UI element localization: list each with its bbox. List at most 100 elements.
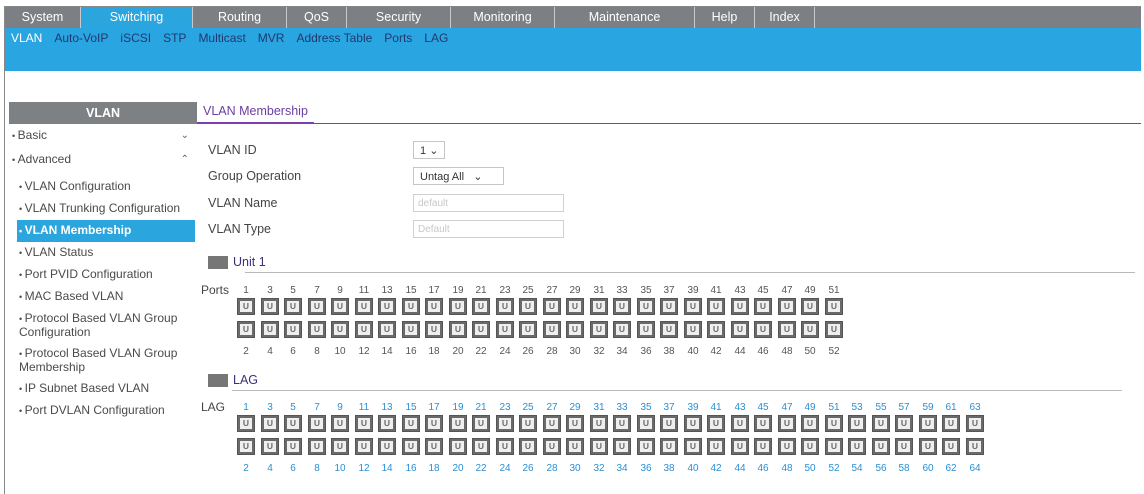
lag-47-toggle[interactable]: U [778,415,796,432]
lag-51-toggle[interactable]: U [825,415,843,432]
sidebar-item-vlan-membership[interactable]: • VLAN Membership [17,220,195,242]
nav-routing[interactable]: Routing [193,7,287,28]
subnav-stp[interactable]: STP [157,31,192,45]
lag-58-toggle[interactable]: U [895,438,913,455]
port-39-toggle[interactable]: U [684,298,702,315]
lag-10-toggle[interactable]: U [331,438,349,455]
lag-8-toggle[interactable]: U [308,438,326,455]
lag-33-toggle[interactable]: U [613,415,631,432]
port-3-toggle[interactable]: U [261,298,279,315]
port-37-toggle[interactable]: U [660,298,678,315]
lag-53-toggle[interactable]: U [848,415,866,432]
port-10-toggle[interactable]: U [331,321,349,338]
lag-22-toggle[interactable]: U [472,438,490,455]
lag-36-toggle[interactable]: U [637,438,655,455]
port-31-toggle[interactable]: U [590,298,608,315]
port-14-toggle[interactable]: U [378,321,396,338]
tab-vlan-membership[interactable]: VLAN Membership [197,102,314,124]
port-19-toggle[interactable]: U [449,298,467,315]
port-2-toggle[interactable]: U [237,321,255,338]
lag-13-toggle[interactable]: U [378,415,396,432]
subnav-ports[interactable]: Ports [378,31,418,45]
subnav-lag[interactable]: LAG [418,31,454,45]
nav-switching[interactable]: Switching [81,7,193,28]
lag-62-toggle[interactable]: U [942,438,960,455]
port-29-toggle[interactable]: U [566,298,584,315]
lag-11-toggle[interactable]: U [355,415,373,432]
chevron-down-icon[interactable]: ⌄ [181,128,189,143]
port-40-toggle[interactable]: U [684,321,702,338]
port-45-toggle[interactable]: U [754,298,772,315]
port-22-toggle[interactable]: U [472,321,490,338]
lag-56-toggle[interactable]: U [872,438,890,455]
port-4-toggle[interactable]: U [261,321,279,338]
lag-5-toggle[interactable]: U [284,415,302,432]
lag-23-toggle[interactable]: U [496,415,514,432]
lag-48-toggle[interactable]: U [778,438,796,455]
port-9-toggle[interactable]: U [331,298,349,315]
lag-46-toggle[interactable]: U [754,438,772,455]
lag-64-toggle[interactable]: U [966,438,984,455]
sidebar-item-ip-subnet-based-vlan[interactable]: • IP Subnet Based VLAN [9,378,197,400]
subnav-auto-voip[interactable]: Auto-VoIP [48,31,114,45]
lag-35-toggle[interactable]: U [637,415,655,432]
port-21-toggle[interactable]: U [472,298,490,315]
lag-52-toggle[interactable]: U [825,438,843,455]
sidebar-item-protocol-based-vlan-group-membership[interactable]: • Protocol Based VLAN Group Membership [9,343,197,378]
lag-17-toggle[interactable]: U [425,415,443,432]
vlan-id-select[interactable]: 1 ⌄ [413,141,446,159]
port-48-toggle[interactable]: U [778,321,796,338]
port-30-toggle[interactable]: U [566,321,584,338]
port-11-toggle[interactable]: U [355,298,373,315]
sidebar-item-basic[interactable]: • Basic ⌄ [9,128,197,152]
lag-12-toggle[interactable]: U [355,438,373,455]
lag-61-toggle[interactable]: U [942,415,960,432]
subnav-iscsi[interactable]: iSCSI [114,31,157,45]
lag-31-toggle[interactable]: U [590,415,608,432]
port-42-toggle[interactable]: U [707,321,725,338]
subnav-multicast[interactable]: Multicast [192,31,251,45]
lag-25-toggle[interactable]: U [519,415,537,432]
subnav-vlan[interactable]: VLAN [5,31,48,45]
lag-39-toggle[interactable]: U [684,415,702,432]
port-28-toggle[interactable]: U [543,321,561,338]
port-33-toggle[interactable]: U [613,298,631,315]
port-36-toggle[interactable]: U [637,321,655,338]
nav-index[interactable]: Index [755,7,815,28]
lag-24-toggle[interactable]: U [496,438,514,455]
lag-57-toggle[interactable]: U [895,415,913,432]
port-5-toggle[interactable]: U [284,298,302,315]
lag-37-toggle[interactable]: U [660,415,678,432]
lag-59-toggle[interactable]: U [919,415,937,432]
group-operation-select[interactable]: Untag All ⌄ [413,167,504,185]
lag-32-toggle[interactable]: U [590,438,608,455]
port-50-toggle[interactable]: U [801,321,819,338]
sidebar-item-port-pvid-configuration[interactable]: • Port PVID Configuration [9,264,197,286]
lag-18-toggle[interactable]: U [425,438,443,455]
lag-41-toggle[interactable]: U [707,415,725,432]
sidebar-item-vlan-configuration[interactable]: • VLAN Configuration [9,176,197,198]
lag-38-toggle[interactable]: U [660,438,678,455]
nav-maintenance[interactable]: Maintenance [555,7,695,28]
port-25-toggle[interactable]: U [519,298,537,315]
lag-63-toggle[interactable]: U [966,415,984,432]
lag-19-toggle[interactable]: U [449,415,467,432]
lag-49-toggle[interactable]: U [801,415,819,432]
lag-30-toggle[interactable]: U [566,438,584,455]
port-15-toggle[interactable]: U [402,298,420,315]
lag-28-toggle[interactable]: U [543,438,561,455]
lag-16-toggle[interactable]: U [402,438,420,455]
port-43-toggle[interactable]: U [731,298,749,315]
lag-40-toggle[interactable]: U [684,438,702,455]
port-24-toggle[interactable]: U [496,321,514,338]
port-27-toggle[interactable]: U [543,298,561,315]
lag-45-toggle[interactable]: U [754,415,772,432]
lag-50-toggle[interactable]: U [801,438,819,455]
port-35-toggle[interactable]: U [637,298,655,315]
lag-29-toggle[interactable]: U [566,415,584,432]
lag-54-toggle[interactable]: U [848,438,866,455]
port-32-toggle[interactable]: U [590,321,608,338]
lag-15-toggle[interactable]: U [402,415,420,432]
lag-2-toggle[interactable]: U [237,438,255,455]
nav-system[interactable]: System [5,7,81,28]
